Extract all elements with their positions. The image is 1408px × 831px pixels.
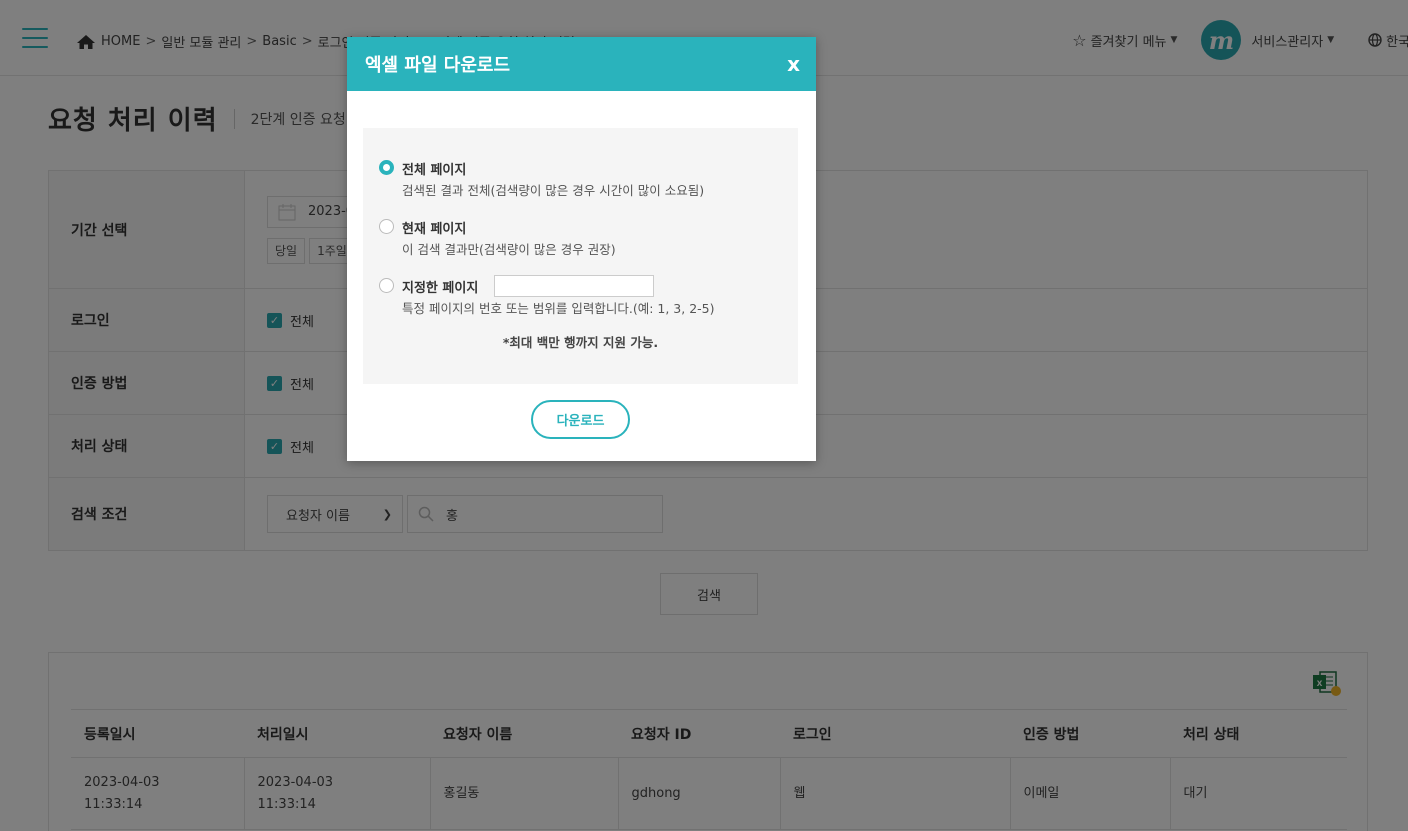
dialog-header: 엑셀 파일 다운로드 x <box>347 37 816 91</box>
option-title: 현재 페이지 <box>402 221 467 237</box>
radio-unselected[interactable] <box>379 278 394 293</box>
option-title: 지정한 페이지 <box>402 280 479 296</box>
option-current-page[interactable]: 현재 페이지 이 검색 결과만(검색량이 많은 경우 권장) <box>379 217 616 258</box>
download-button[interactable]: 다운로드 <box>531 400 630 439</box>
page-range-input[interactable] <box>494 275 655 297</box>
option-description: 검색된 결과 전체(검색량이 많은 경우 시간이 많이 소요됨) <box>402 183 705 198</box>
radio-unselected[interactable] <box>379 219 394 234</box>
close-icon[interactable]: x <box>787 52 800 76</box>
option-all-pages[interactable]: 전체 페이지 검색된 결과 전체(검색량이 많은 경우 시간이 많이 소요됨) <box>379 158 704 199</box>
option-description: 이 검색 결과만(검색량이 많은 경우 권장) <box>402 242 616 257</box>
dialog-title: 엑셀 파일 다운로드 <box>365 55 511 76</box>
option-description: 특정 페이지의 번호 또는 범위를 입력합니다.(예: 1, 3, 2-5) <box>402 301 715 316</box>
excel-download-dialog: 엑셀 파일 다운로드 x 전체 페이지 검색된 결과 전체(검색량이 많은 경우… <box>347 37 816 461</box>
row-limit-note: *최대 백만 행까지 지원 가능. <box>502 335 659 350</box>
download-options-panel: 전체 페이지 검색된 결과 전체(검색량이 많은 경우 시간이 많이 소요됨) … <box>363 128 798 384</box>
option-specified-pages[interactable]: 지정한 페이지 특정 페이지의 번호 또는 범위를 입력합니다.(예: 1, 3… <box>379 275 715 317</box>
option-title: 전체 페이지 <box>402 162 467 178</box>
radio-selected[interactable] <box>379 160 394 175</box>
option-title-row: 지정한 페이지 <box>402 275 715 297</box>
